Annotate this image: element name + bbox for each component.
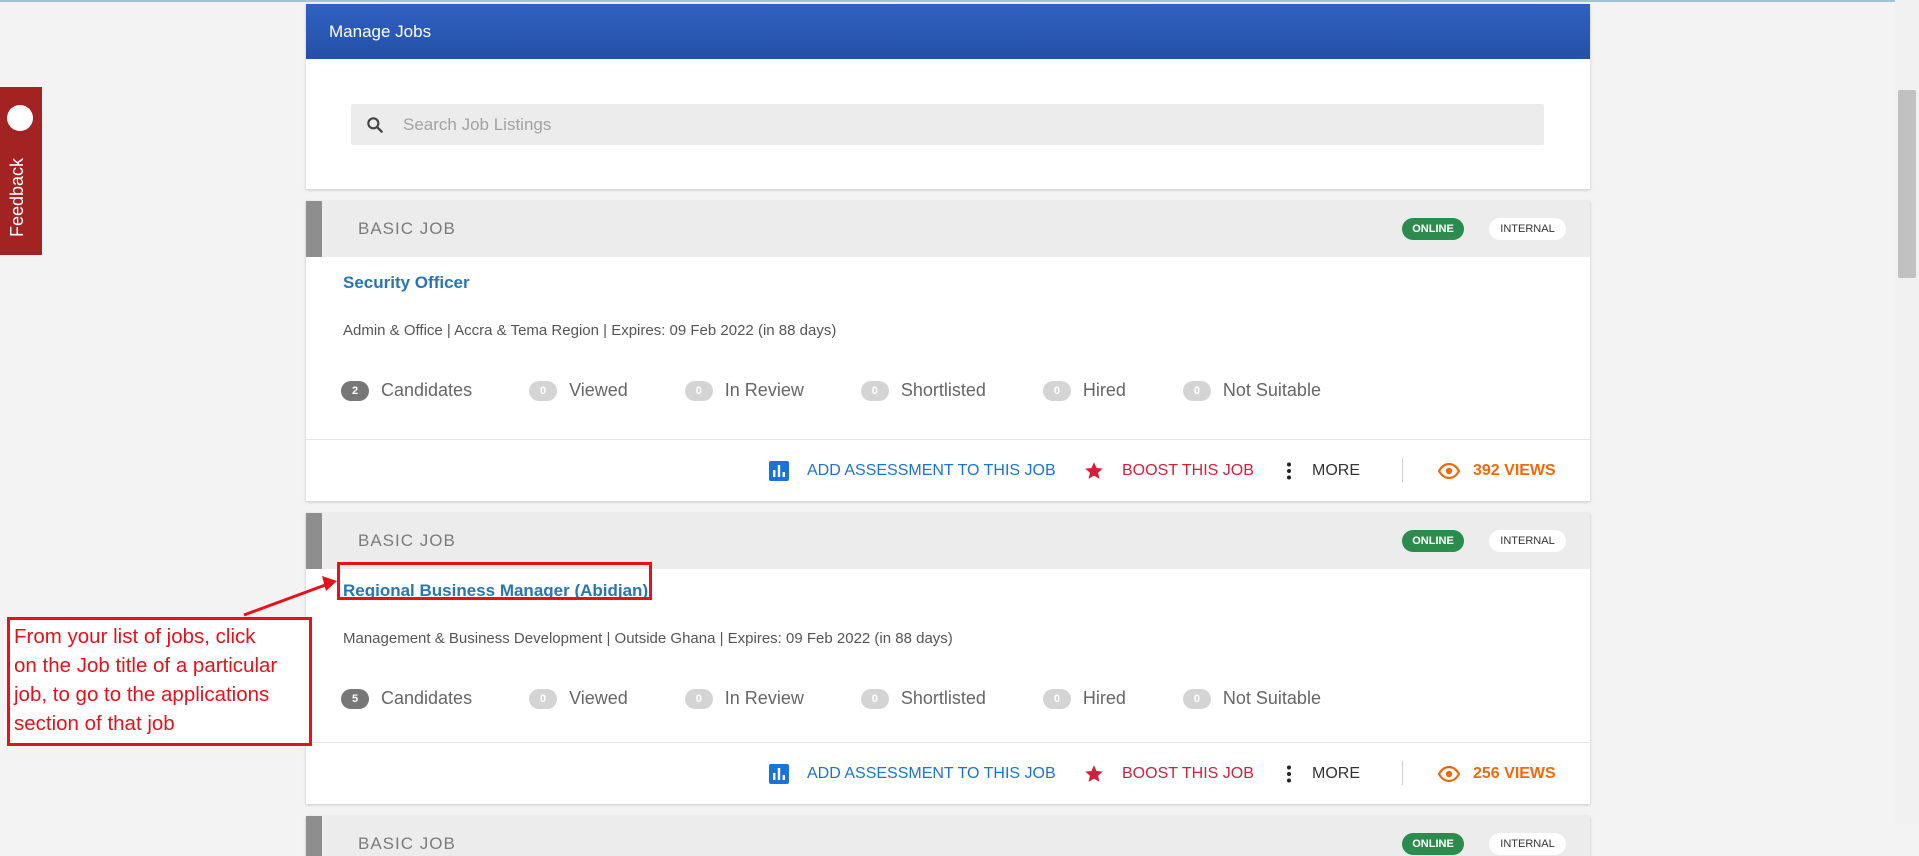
- status-badge: ONLINE: [1402, 833, 1464, 855]
- stat-label: Shortlisted: [900, 380, 986, 400]
- job-card: BASIC JOB ONLINE INTERNAL: [306, 816, 1590, 856]
- annotation-note: From your list of jobs, click on the Job…: [7, 617, 312, 746]
- feedback-icon: [7, 105, 33, 131]
- eye-icon: [1438, 462, 1460, 479]
- stat-label: In Review: [724, 380, 804, 400]
- boost-job-button[interactable]: BOOST THIS JOB: [1084, 743, 1254, 804]
- star-icon: [1085, 461, 1103, 479]
- count-badge: 0: [1042, 688, 1071, 709]
- stat-hired[interactable]: 0 Hired: [1042, 380, 1126, 401]
- views-label: 256 VIEWS: [1473, 764, 1556, 782]
- more-button[interactable]: MORE: [1286, 440, 1360, 501]
- stat-label: Candidates: [381, 380, 473, 400]
- job-title-link[interactable]: Security Officer: [343, 273, 470, 293]
- views-label: 392 VIEWS: [1473, 461, 1556, 479]
- search-input[interactable]: [401, 113, 1505, 136]
- feedback-label: Feedback: [7, 157, 27, 237]
- chart-icon: [769, 763, 789, 784]
- stat-in-review[interactable]: 0 In Review: [684, 688, 804, 709]
- more-vertical-icon: [1287, 765, 1291, 782]
- more-button[interactable]: MORE: [1286, 743, 1360, 804]
- search-icon: [367, 116, 383, 133]
- count-badge: 5: [341, 688, 369, 709]
- stat-label: Hired: [1082, 380, 1126, 400]
- job-card-header: BASIC JOB ONLINE INTERNAL: [306, 513, 1590, 569]
- stat-label: Not Suitable: [1222, 380, 1321, 400]
- status-badge: ONLINE: [1402, 530, 1464, 552]
- count-badge: 0: [529, 688, 558, 709]
- separator: [1402, 458, 1403, 482]
- stat-label: Not Suitable: [1222, 688, 1321, 708]
- add-assessment-button[interactable]: ADD ASSESSMENT TO THIS JOB: [769, 440, 1056, 501]
- job-type-label: BASIC JOB: [358, 834, 456, 853]
- boost-job-label: BOOST THIS JOB: [1122, 764, 1254, 782]
- count-badge: 0: [860, 380, 889, 401]
- job-meta: Management & Business Development | Outs…: [343, 630, 953, 647]
- eye-icon: [1438, 765, 1460, 782]
- highlight-box: [337, 562, 652, 600]
- visibility-badge: INTERNAL: [1489, 218, 1566, 240]
- count-badge: 0: [684, 380, 713, 401]
- search-box[interactable]: [351, 104, 1544, 145]
- add-assessment-label: ADD ASSESSMENT TO THIS JOB: [807, 764, 1056, 782]
- count-badge: 0: [1182, 688, 1211, 709]
- stat-in-review[interactable]: 0 In Review: [684, 380, 804, 401]
- stat-viewed[interactable]: 0 Viewed: [529, 688, 628, 709]
- stat-label: In Review: [724, 688, 804, 708]
- job-card: BASIC JOB ONLINE INTERNAL Security Offic…: [306, 201, 1590, 501]
- stat-label: Shortlisted: [900, 688, 986, 708]
- stat-hired[interactable]: 0 Hired: [1042, 688, 1126, 709]
- manage-jobs-card: Manage Jobs: [306, 4, 1590, 189]
- stat-not-suitable[interactable]: 0 Not Suitable: [1182, 380, 1321, 401]
- job-card-header: BASIC JOB ONLINE INTERNAL: [306, 816, 1590, 856]
- count-badge: 0: [1042, 380, 1071, 401]
- job-card: BASIC JOB ONLINE INTERNAL Regional Busin…: [306, 513, 1590, 804]
- boost-job-label: BOOST THIS JOB: [1122, 461, 1254, 479]
- boost-job-button[interactable]: BOOST THIS JOB: [1084, 440, 1254, 501]
- job-stats: 2 Candidates 0 Viewed 0 In Review 0 Shortlis…: [341, 380, 1378, 401]
- count-badge: 0: [684, 688, 713, 709]
- add-assessment-label: ADD ASSESSMENT TO THIS JOB: [807, 461, 1056, 479]
- stat-label: Candidates: [381, 688, 473, 708]
- stat-shortlisted[interactable]: 0 Shortlisted: [860, 688, 986, 709]
- scrollbar[interactable]: [1895, 0, 1919, 824]
- visibility-badge: INTERNAL: [1489, 530, 1566, 552]
- count-badge: 0: [1182, 380, 1211, 401]
- job-stats: 5 Candidates 0 Viewed 0 In Review 0 Shortlis…: [341, 688, 1378, 709]
- stat-shortlisted[interactable]: 0 Shortlisted: [860, 380, 986, 401]
- views-count: 256 VIEWS: [1438, 743, 1556, 804]
- chart-icon: [769, 460, 789, 481]
- feedback-tab[interactable]: Feedback: [0, 87, 42, 255]
- stat-candidates[interactable]: 5 Candidates: [341, 688, 472, 709]
- count-badge: 0: [860, 688, 889, 709]
- more-label: MORE: [1312, 461, 1360, 479]
- search-section: [306, 59, 1590, 189]
- stat-candidates[interactable]: 2 Candidates: [341, 380, 472, 401]
- visibility-badge: INTERNAL: [1489, 833, 1566, 855]
- stat-viewed[interactable]: 0 Viewed: [529, 380, 628, 401]
- stat-not-suitable[interactable]: 0 Not Suitable: [1182, 688, 1321, 709]
- more-label: MORE: [1312, 764, 1360, 782]
- job-actions: ADD ASSESSMENT TO THIS JOB BOOST THIS JO…: [306, 440, 1590, 501]
- job-meta: Admin & Office | Accra & Tema Region | E…: [343, 322, 837, 339]
- stat-label: Viewed: [569, 380, 628, 400]
- manage-jobs-panel: Manage Jobs BASIC JOB ONLINE INTERNAL Se…: [306, 4, 1590, 856]
- views-count: 392 VIEWS: [1438, 440, 1556, 501]
- job-card-header: BASIC JOB ONLINE INTERNAL: [306, 201, 1590, 257]
- star-icon: [1085, 764, 1103, 782]
- stat-label: Hired: [1082, 688, 1126, 708]
- add-assessment-button[interactable]: ADD ASSESSMENT TO THIS JOB: [769, 743, 1056, 804]
- top-border: [0, 0, 1919, 2]
- job-type-label: BASIC JOB: [358, 531, 456, 550]
- job-type-label: BASIC JOB: [358, 219, 456, 238]
- separator: [1402, 761, 1403, 785]
- status-badge: ONLINE: [1402, 218, 1464, 240]
- count-badge: 0: [529, 380, 558, 401]
- scrollbar-thumb[interactable]: [1898, 90, 1916, 278]
- count-badge: 2: [341, 380, 369, 401]
- page-title: Manage Jobs: [306, 4, 1590, 59]
- job-actions: ADD ASSESSMENT TO THIS JOB BOOST THIS JO…: [306, 743, 1590, 804]
- more-vertical-icon: [1287, 462, 1291, 479]
- stat-label: Viewed: [569, 688, 628, 708]
